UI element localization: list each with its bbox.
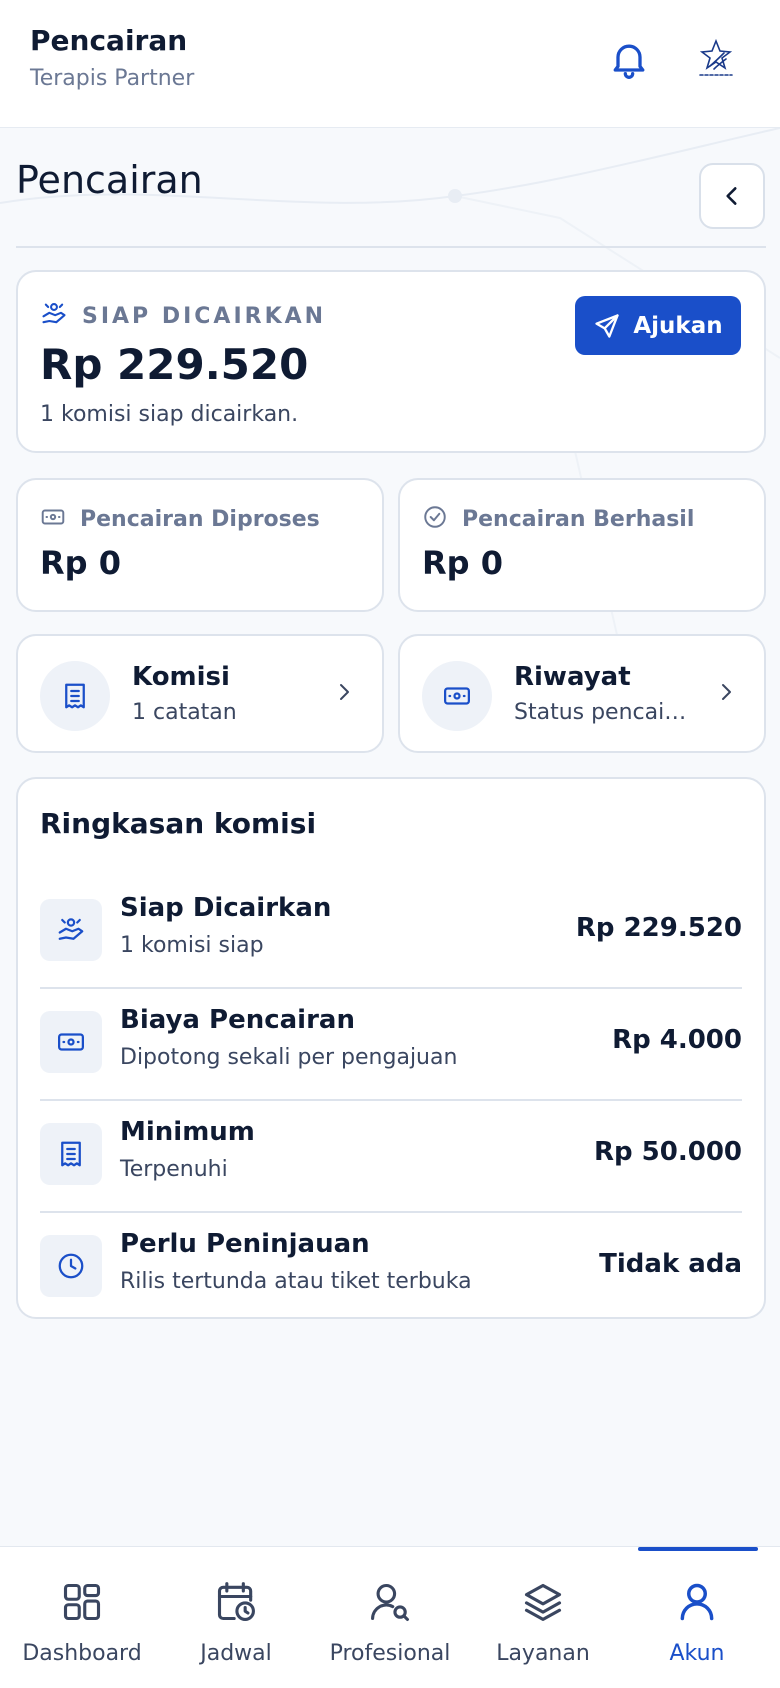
summary-row-title: Perlu Peninjauan bbox=[120, 1229, 370, 1259]
chevron-left-icon bbox=[726, 187, 737, 205]
top-bar: Pencairan Terapis Partner bbox=[0, 0, 780, 128]
chevron-right-icon bbox=[714, 680, 738, 708]
check-circle-icon bbox=[422, 504, 448, 534]
clock-icon bbox=[40, 1235, 102, 1297]
nav-layanan[interactable]: Layanan bbox=[468, 1577, 618, 1666]
page-heading: Pencairan bbox=[16, 158, 203, 202]
grid-icon bbox=[7, 1577, 157, 1627]
user-icon bbox=[622, 1577, 772, 1627]
nav-label: Dashboard bbox=[22, 1641, 142, 1666]
summary-row-value: Rp 50.000 bbox=[593, 1137, 742, 1167]
summary-row-subtitle: Terpenuhi bbox=[120, 1157, 228, 1182]
stat-label: Pencairan Berhasil bbox=[462, 506, 695, 532]
nav-profesional[interactable]: Profesional bbox=[315, 1577, 465, 1666]
summary-heading: Ringkasan komisi bbox=[40, 807, 317, 840]
hand-money-icon bbox=[40, 899, 102, 961]
banknote-icon bbox=[422, 661, 492, 731]
stat-label: Pencairan Diproses bbox=[80, 506, 320, 532]
stat-value: Rp 0 bbox=[422, 544, 503, 582]
stat-success-card: Pencairan Berhasil Rp 0 bbox=[398, 478, 766, 612]
hand-money-icon bbox=[40, 300, 68, 332]
summary-row-title: Siap Dicairkan bbox=[120, 893, 332, 923]
summary-row-title: Biaya Pencairan bbox=[120, 1005, 355, 1035]
nav-label: Akun bbox=[669, 1641, 725, 1666]
summary-row-value: Rp 229.520 bbox=[575, 913, 742, 943]
receipt-icon bbox=[40, 1123, 102, 1185]
stat-processing-card: Pencairan Diproses Rp 0 bbox=[16, 478, 384, 612]
banknote-icon bbox=[40, 504, 66, 534]
ajukan-button[interactable]: Ajukan bbox=[575, 296, 741, 355]
user-search-icon bbox=[315, 1577, 465, 1627]
send-icon bbox=[595, 313, 620, 338]
nav-label: Profesional bbox=[329, 1641, 451, 1666]
nav-label: Layanan bbox=[496, 1641, 590, 1666]
app-subtitle: Terapis Partner bbox=[30, 66, 195, 91]
nav-card-subtitle: 1 catatan bbox=[132, 700, 237, 725]
ajukan-label: Ajukan bbox=[633, 312, 723, 339]
nav-card-title: Riwayat bbox=[514, 662, 631, 692]
summary-row-value: Rp 4.000 bbox=[612, 1025, 742, 1055]
summary-row: Minimum Terpenuhi Rp 50.000 bbox=[40, 1101, 742, 1213]
summary-row: Perlu Peninjauan Rilis tertunda atau tik… bbox=[40, 1213, 742, 1325]
summary-row-subtitle: 1 komisi siap bbox=[120, 933, 264, 958]
divider bbox=[16, 246, 766, 248]
summary-row-subtitle: Rilis tertunda atau tiket terbuka bbox=[120, 1269, 472, 1294]
summary-row-title: Minimum bbox=[120, 1117, 255, 1147]
nav-label: Jadwal bbox=[200, 1641, 272, 1666]
komisi-nav-card[interactable]: Komisi 1 catatan bbox=[16, 634, 384, 753]
bell-icon[interactable] bbox=[607, 37, 651, 81]
riwayat-nav-card[interactable]: Riwayat Status pencairan bbox=[398, 634, 766, 753]
ready-amount: Rp 229.520 bbox=[40, 340, 309, 389]
layers-icon bbox=[468, 1577, 618, 1627]
nav-dashboard[interactable]: Dashboard bbox=[7, 1577, 157, 1666]
receipt-icon bbox=[40, 661, 110, 731]
banknote-icon bbox=[40, 1011, 102, 1073]
ready-label: SIAP DICAIRKAN bbox=[82, 303, 327, 329]
summary-row-value: Tidak ada bbox=[599, 1249, 742, 1279]
active-tab-indicator bbox=[638, 1547, 758, 1551]
chevron-right-icon bbox=[332, 680, 356, 708]
stat-value: Rp 0 bbox=[40, 544, 121, 582]
bottom-nav: Dashboard Jadwal Profesional Layanan Aku… bbox=[0, 1546, 780, 1688]
nav-akun[interactable]: Akun bbox=[622, 1577, 772, 1666]
nav-card-title: Komisi bbox=[132, 662, 230, 692]
commission-summary-card: Ringkasan komisi Siap Dicairkan 1 komisi… bbox=[16, 777, 766, 1319]
summary-row-subtitle: Dipotong sekali per pengajuan bbox=[120, 1045, 458, 1070]
calendar-clock-icon bbox=[161, 1577, 311, 1627]
brand-logo-icon[interactable] bbox=[690, 33, 742, 85]
nav-jadwal[interactable]: Jadwal bbox=[161, 1577, 311, 1666]
summary-row: Biaya Pencairan Dipotong sekali per peng… bbox=[40, 989, 742, 1101]
back-button[interactable] bbox=[699, 163, 765, 229]
nav-card-subtitle: Status pencairan bbox=[514, 700, 692, 725]
summary-row: Siap Dicairkan 1 komisi siap Rp 229.520 bbox=[40, 877, 742, 989]
ready-note: 1 komisi siap dicairkan. bbox=[40, 402, 299, 427]
ready-to-withdraw-card: SIAP DICAIRKAN Rp 229.520 1 komisi siap … bbox=[16, 270, 766, 453]
app-title: Pencairan bbox=[30, 24, 188, 57]
